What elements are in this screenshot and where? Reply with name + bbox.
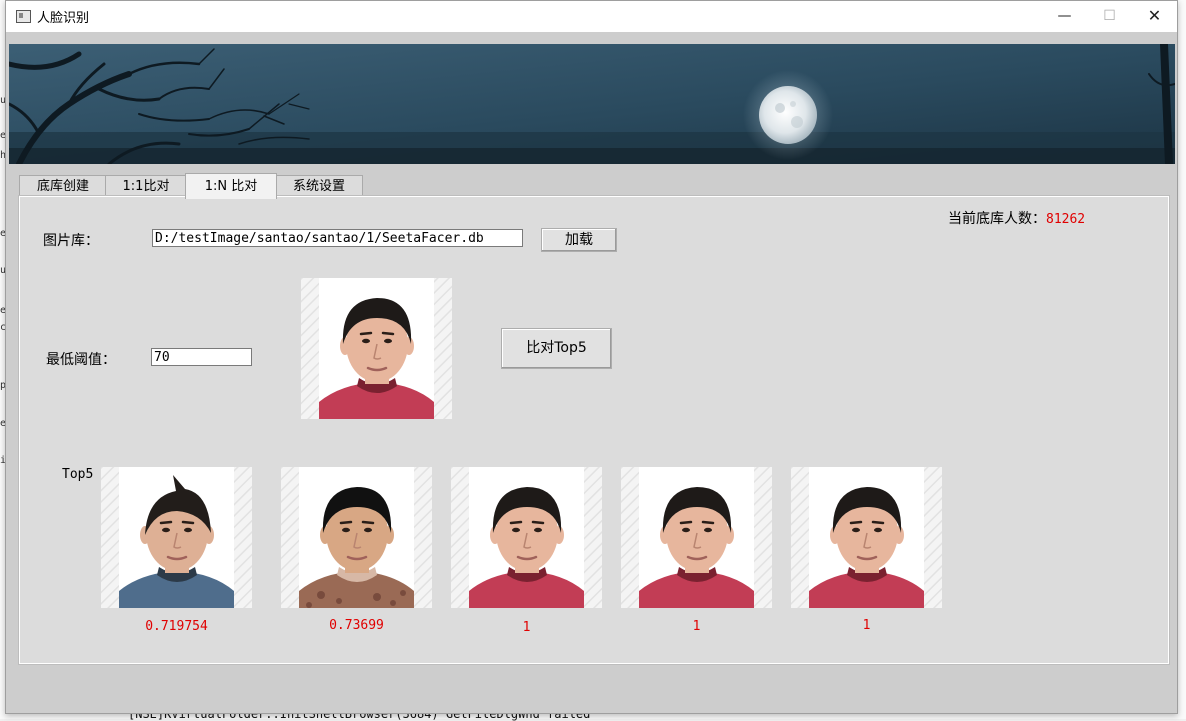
result-face-5-illustration bbox=[791, 467, 942, 608]
tab-system-settings[interactable]: 系统设置 bbox=[275, 175, 363, 197]
window-title: 人脸识别 bbox=[37, 11, 90, 26]
db-count-caption: 当前底库人数： bbox=[948, 211, 1046, 227]
result-face-photo-2[interactable] bbox=[281, 467, 432, 608]
app-window: 人脸识别 — ☐ ✕ 底库创建 1:1比对 1:N 比对 系统设置 当前底库人数… bbox=[5, 0, 1178, 714]
tab-1-n-compare[interactable]: 1:N 比对 bbox=[185, 173, 277, 199]
result-score-2: 0.73699 bbox=[329, 618, 384, 633]
result-face-photo-5[interactable] bbox=[791, 467, 942, 608]
result-face-photo-3[interactable] bbox=[451, 467, 602, 608]
minimize-button[interactable]: — bbox=[1042, 1, 1087, 32]
threshold-label: 最低阈值： bbox=[46, 352, 116, 368]
query-face-photo[interactable] bbox=[301, 278, 452, 419]
result-face-1-illustration bbox=[101, 467, 252, 608]
result-face-2-illustration bbox=[281, 467, 432, 608]
gallery-path-field[interactable]: D:/testImage/santao/santao/1/SeetaFacer.… bbox=[152, 229, 523, 247]
gallery-label: 图片库： bbox=[43, 233, 99, 249]
top5-label: Top5 bbox=[62, 467, 94, 482]
threshold-field[interactable]: 70 bbox=[151, 348, 252, 366]
compare-top5-button[interactable]: 比对Top5 bbox=[501, 328, 612, 369]
result-face-photo-1[interactable] bbox=[101, 467, 252, 608]
maximize-button[interactable]: ☐ bbox=[1087, 1, 1132, 32]
db-count-value: 81262 bbox=[1046, 212, 1086, 227]
result-score-3: 1 bbox=[522, 620, 531, 635]
result-score-1: 0.719754 bbox=[145, 619, 208, 634]
compare-1n-panel: 当前底库人数：81262 图片库： D:/testImage/santao/sa… bbox=[18, 195, 1170, 665]
result-score-4: 1 bbox=[692, 619, 701, 634]
app-window-icon bbox=[16, 10, 31, 23]
result-face-photo-4[interactable] bbox=[621, 467, 772, 608]
tab-1-1-compare[interactable]: 1:1比对 bbox=[105, 175, 187, 197]
load-button[interactable]: 加载 bbox=[541, 228, 617, 252]
tab-db-create[interactable]: 底库创建 bbox=[19, 175, 107, 197]
result-face-4-illustration bbox=[621, 467, 772, 608]
result-score-5: 1 bbox=[862, 618, 871, 633]
result-face-3-illustration bbox=[451, 467, 602, 608]
header-banner-image bbox=[9, 44, 1175, 164]
close-button[interactable]: ✕ bbox=[1132, 1, 1177, 32]
query-face-illustration bbox=[301, 278, 452, 419]
db-count-label: 当前底库人数：81262 bbox=[948, 208, 1085, 228]
title-bar[interactable]: 人脸识别 — ☐ ✕ bbox=[6, 1, 1177, 32]
